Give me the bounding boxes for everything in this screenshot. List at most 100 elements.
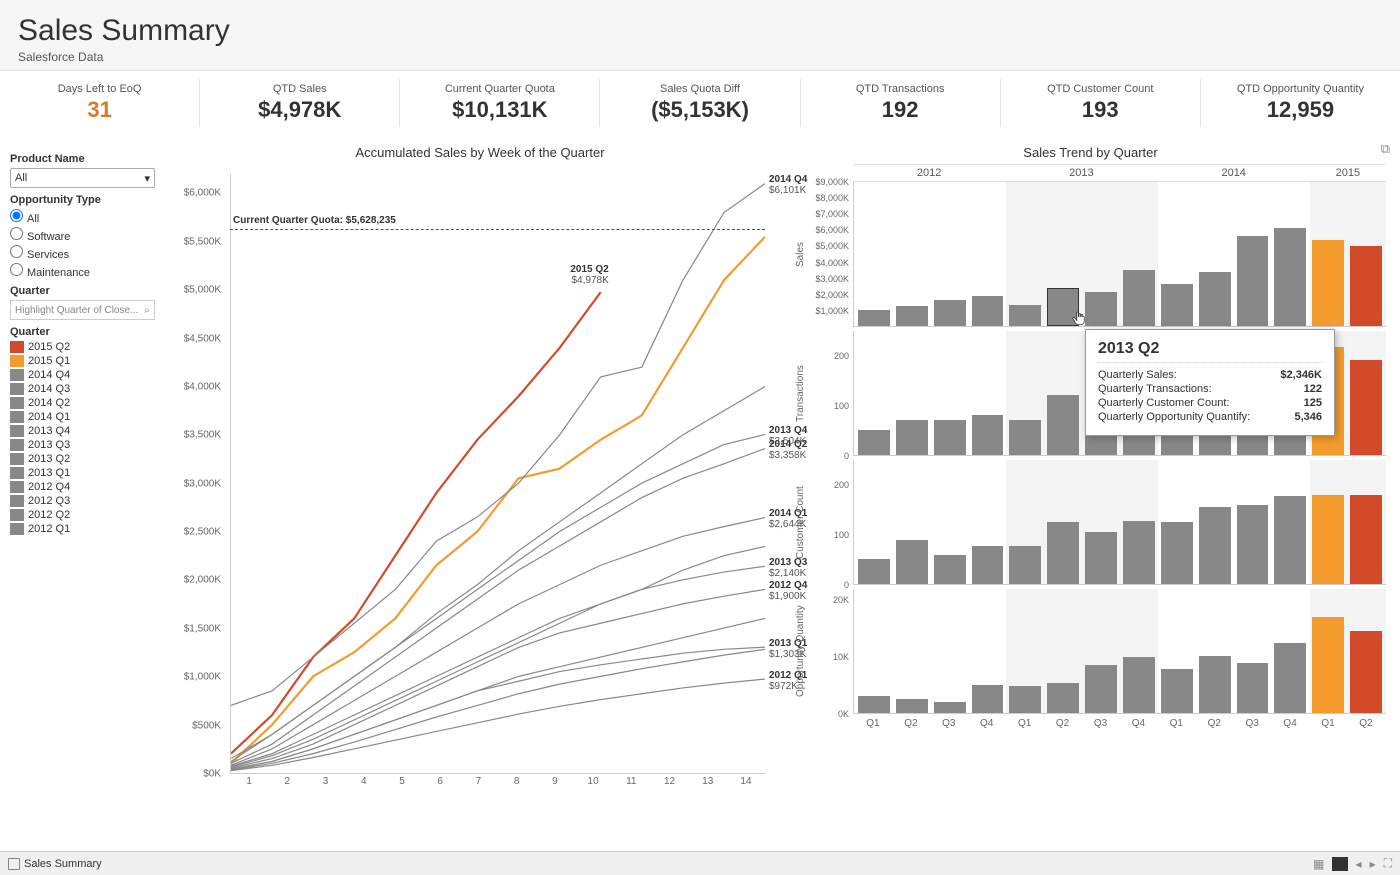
- bar[interactable]: [1009, 420, 1041, 455]
- bar[interactable]: [858, 310, 890, 326]
- bar[interactable]: [1350, 360, 1382, 455]
- bar[interactable]: [1047, 288, 1079, 326]
- legend-item[interactable]: 2012 Q1: [10, 523, 159, 535]
- kpi-label: Days Left to EoQ: [8, 83, 191, 95]
- bar[interactable]: [972, 685, 1004, 713]
- y-tick-label: $6,000K: [184, 188, 221, 199]
- bar[interactable]: [1085, 532, 1117, 584]
- line-series[interactable]: [231, 449, 765, 764]
- legend-item[interactable]: 2014 Q3: [10, 383, 159, 395]
- bar[interactable]: [972, 415, 1004, 455]
- y-tick-label: $2,500K: [184, 527, 221, 538]
- bar[interactable]: [1047, 395, 1079, 456]
- line-series[interactable]: [231, 649, 765, 770]
- legend-item[interactable]: 2015 Q1: [10, 355, 159, 367]
- legend-item[interactable]: 2013 Q3: [10, 439, 159, 451]
- bar[interactable]: [858, 696, 890, 713]
- bar[interactable]: [858, 430, 890, 455]
- bar[interactable]: [1237, 505, 1269, 584]
- presentation-icon[interactable]: ⛶: [1384, 856, 1392, 871]
- x-tick-label: 2: [268, 776, 306, 794]
- x-tick-label: 9: [536, 776, 574, 794]
- bar[interactable]: [1085, 292, 1117, 326]
- kpi-value: ($5,153K): [608, 97, 791, 123]
- bar[interactable]: [1274, 228, 1306, 326]
- legend-item[interactable]: 2012 Q2: [10, 509, 159, 521]
- legend-item[interactable]: 2012 Q4: [10, 481, 159, 493]
- bar[interactable]: [1350, 495, 1382, 584]
- quarter-search-input[interactable]: Highlight Quarter of Close... ⌕: [10, 300, 155, 320]
- sheet-tab[interactable]: Sales Summary: [8, 858, 102, 870]
- bar[interactable]: [1161, 522, 1193, 584]
- line-series[interactable]: [231, 292, 601, 754]
- bar[interactable]: [934, 420, 966, 455]
- radio-option[interactable]: All: [10, 209, 159, 225]
- bar-charts-panel: ⧉ Sales Trend by Quarter 201220132014201…: [795, 137, 1400, 857]
- legend-item[interactable]: 2014 Q1: [10, 411, 159, 423]
- bar[interactable]: [896, 699, 928, 713]
- bar[interactable]: [1312, 495, 1344, 584]
- bar-chart-title: Sales Trend by Quarter: [795, 145, 1386, 160]
- bar[interactable]: [1161, 669, 1193, 713]
- bar[interactable]: [1161, 284, 1193, 326]
- panel-ytick-label: $6,000K: [815, 225, 849, 235]
- bar[interactable]: [1350, 246, 1382, 326]
- line-series[interactable]: [231, 647, 765, 769]
- legend-item[interactable]: 2013 Q2: [10, 453, 159, 465]
- legend-item[interactable]: 2014 Q2: [10, 397, 159, 409]
- bar[interactable]: [858, 559, 890, 584]
- product-dropdown[interactable]: All ▾: [10, 168, 155, 188]
- bar[interactable]: [1009, 546, 1041, 584]
- bar[interactable]: [896, 540, 928, 584]
- line-series[interactable]: [231, 387, 765, 759]
- bar[interactable]: [1047, 522, 1079, 584]
- bar[interactable]: [1237, 236, 1269, 326]
- bar[interactable]: [1009, 686, 1041, 713]
- line-series[interactable]: [231, 518, 765, 766]
- legend-item[interactable]: 2013 Q4: [10, 425, 159, 437]
- bar[interactable]: [1312, 617, 1344, 713]
- bar[interactable]: [1237, 663, 1269, 713]
- bar[interactable]: [1274, 643, 1306, 713]
- bar[interactable]: [1123, 657, 1155, 713]
- bar[interactable]: [1199, 507, 1231, 584]
- kpi-value: $10,131K: [408, 97, 591, 123]
- line-series[interactable]: [231, 566, 765, 766]
- line-series[interactable]: [231, 618, 765, 769]
- prev-icon[interactable]: ◂: [1356, 857, 1362, 871]
- bar[interactable]: [1350, 631, 1382, 713]
- line-series[interactable]: [231, 679, 765, 771]
- bar[interactable]: [934, 300, 966, 326]
- bar[interactable]: [1009, 305, 1041, 326]
- bar[interactable]: [934, 702, 966, 713]
- legend-item[interactable]: 2014 Q4: [10, 369, 159, 381]
- bar[interactable]: [896, 306, 928, 326]
- radio-option[interactable]: Software: [10, 227, 159, 243]
- legend-item[interactable]: 2012 Q3: [10, 495, 159, 507]
- radio-option[interactable]: Maintenance: [10, 263, 159, 279]
- popout-icon[interactable]: ⧉: [1381, 141, 1390, 157]
- line-series[interactable]: [231, 434, 765, 761]
- bar[interactable]: [1274, 496, 1306, 584]
- bar[interactable]: [1085, 665, 1117, 713]
- line-chart-plot[interactable]: [230, 174, 765, 774]
- bar[interactable]: [1312, 240, 1344, 326]
- bar[interactable]: [1123, 521, 1155, 584]
- filmstrip-view-icon[interactable]: ■: [1332, 857, 1347, 871]
- legend-item[interactable]: 2015 Q2: [10, 341, 159, 353]
- bar[interactable]: [1199, 272, 1231, 326]
- bar[interactable]: [1199, 656, 1231, 713]
- line-series[interactable]: [231, 184, 765, 706]
- bar[interactable]: [1123, 270, 1155, 326]
- quarter-label: Q1: [1009, 718, 1041, 729]
- bar[interactable]: [1047, 683, 1079, 713]
- radio-option[interactable]: Services: [10, 245, 159, 261]
- legend-item[interactable]: 2013 Q1: [10, 467, 159, 479]
- grid-view-icon[interactable]: ▦: [1313, 857, 1324, 871]
- legend-swatch: [10, 369, 24, 381]
- bar[interactable]: [934, 555, 966, 584]
- next-icon[interactable]: ▸: [1370, 857, 1376, 871]
- bar[interactable]: [896, 420, 928, 455]
- bar[interactable]: [972, 546, 1004, 584]
- bar[interactable]: [972, 296, 1004, 326]
